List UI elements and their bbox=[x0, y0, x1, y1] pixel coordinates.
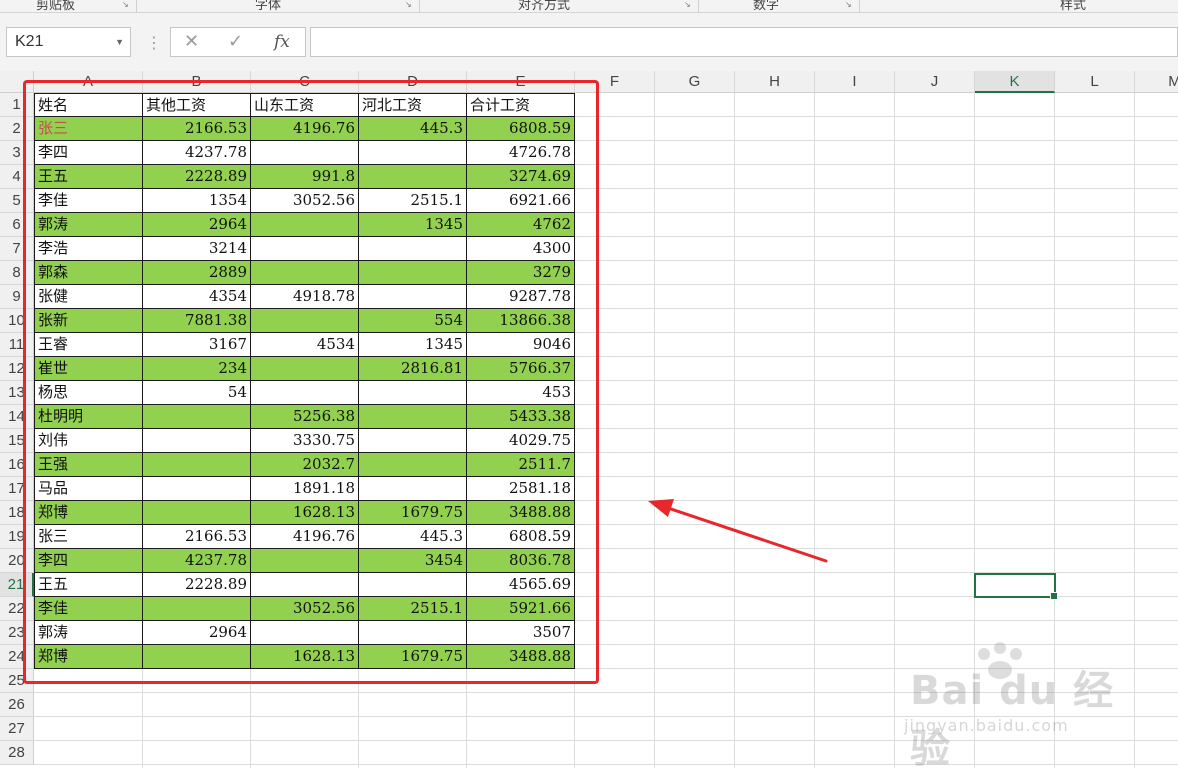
ribbon-separator bbox=[136, 0, 137, 12]
gridline-vertical bbox=[734, 93, 735, 768]
active-cell-k21[interactable] bbox=[974, 573, 1058, 600]
formula-buttons: ✕ ✓ fx bbox=[170, 27, 306, 57]
fill-handle[interactable] bbox=[1050, 592, 1058, 600]
row-header-28[interactable]: 28 bbox=[0, 741, 34, 765]
annotation-box bbox=[23, 80, 599, 684]
column-header-k[interactable]: K bbox=[975, 71, 1055, 93]
watermark-url: jingyan.baidu.com bbox=[904, 716, 1069, 735]
column-header-m[interactable]: M bbox=[1135, 71, 1178, 93]
ribbon-group-labels: 剪贴板 ↘ 字体 ↘ 对齐方式 ↘ 数字 ↘ 样式 bbox=[0, 0, 1178, 13]
name-box-value: K21 bbox=[15, 33, 44, 50]
formula-bar: K21 ▼ ⋮ ✕ ✓ fx bbox=[0, 13, 1178, 71]
dialog-launcher-icon[interactable]: ↘ bbox=[405, 0, 412, 9]
ribbon-group-font[interactable]: 字体 bbox=[255, 0, 281, 12]
annotation-arrow bbox=[648, 499, 828, 563]
column-header-g[interactable]: G bbox=[655, 71, 735, 93]
column-header-h[interactable]: H bbox=[735, 71, 815, 93]
ribbon-separator bbox=[859, 0, 860, 12]
drag-handle-icon[interactable]: ⋮ bbox=[146, 33, 162, 52]
chevron-down-icon[interactable]: ▼ bbox=[115, 28, 124, 56]
ribbon-group-styles[interactable]: 样式 bbox=[1060, 0, 1086, 12]
column-header-j[interactable]: J bbox=[895, 71, 975, 93]
gridline-vertical bbox=[894, 93, 895, 768]
formula-input[interactable] bbox=[310, 27, 1178, 57]
dialog-launcher-icon[interactable]: ↘ bbox=[684, 0, 691, 9]
dialog-launcher-icon[interactable]: ↘ bbox=[122, 0, 129, 9]
baidu-jingyan-watermark: Bai du 经验 jingyan.baidu.com bbox=[900, 640, 1140, 772]
name-box[interactable]: K21 ▼ bbox=[6, 27, 131, 57]
dialog-launcher-icon[interactable]: ↘ bbox=[845, 0, 852, 9]
ribbon-group-clipboard[interactable]: 剪贴板 bbox=[36, 0, 75, 12]
gridline-vertical bbox=[654, 93, 655, 768]
ribbon-group-number[interactable]: 数字 bbox=[753, 0, 779, 12]
gridline-vertical bbox=[814, 93, 815, 768]
row-header-27[interactable]: 27 bbox=[0, 717, 34, 741]
insert-function-icon[interactable]: fx bbox=[274, 32, 290, 52]
ribbon-separator bbox=[698, 0, 699, 12]
ribbon-group-alignment[interactable]: 对齐方式 bbox=[518, 0, 570, 12]
column-header-i[interactable]: I bbox=[815, 71, 895, 93]
ribbon-separator bbox=[419, 0, 420, 12]
column-header-l[interactable]: L bbox=[1055, 71, 1135, 93]
row-header-26[interactable]: 26 bbox=[0, 693, 34, 717]
cancel-icon[interactable]: ✕ bbox=[184, 31, 199, 52]
enter-icon[interactable]: ✓ bbox=[228, 31, 243, 52]
